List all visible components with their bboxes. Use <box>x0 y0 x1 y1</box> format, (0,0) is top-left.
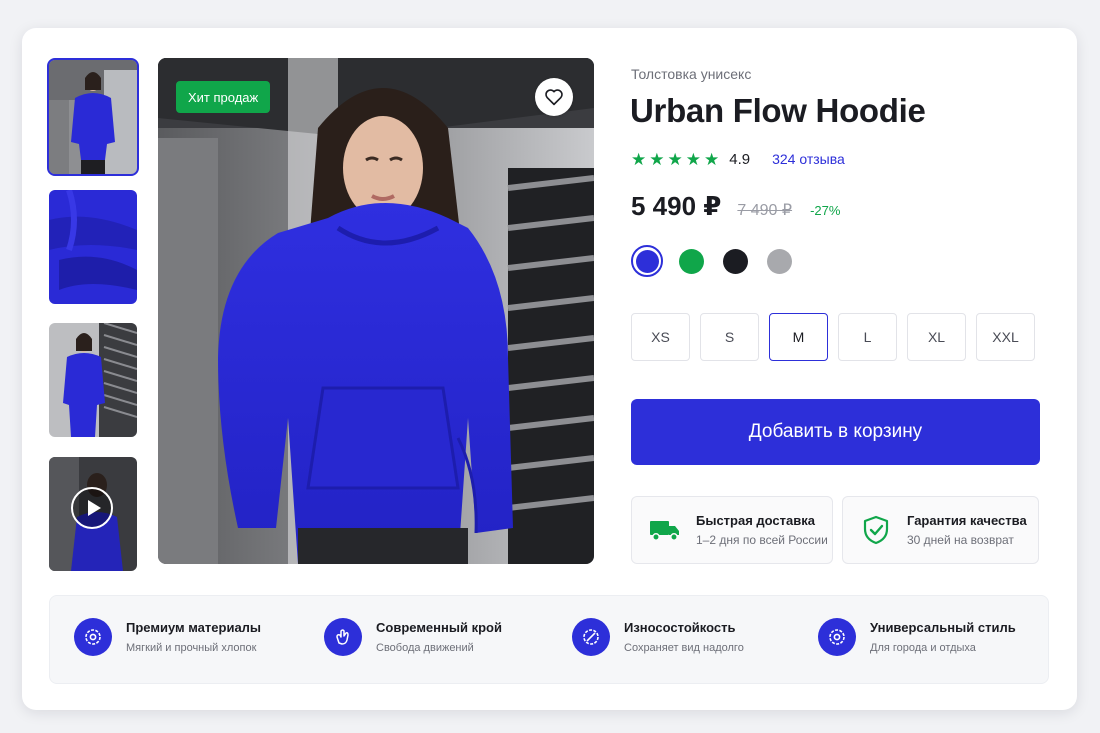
durable-badge-icon <box>572 618 610 656</box>
product-title: Urban Flow Hoodie <box>630 92 926 129</box>
feature-title: Премиум материалы <box>126 620 262 635</box>
color-swatch-green[interactable] <box>675 245 707 277</box>
add-to-cart-button[interactable]: Добавить в корзину <box>631 399 1040 465</box>
perk-title: Гарантия качества <box>907 513 1027 528</box>
badge-gear-icon <box>74 618 112 656</box>
favorite-button[interactable] <box>535 78 573 116</box>
color-picker <box>631 245 807 277</box>
price-row: 5 490 ₽ 7 490 ₽ -27% <box>631 191 840 222</box>
feature-item: Износостойкость Сохраняет вид надолго <box>572 618 744 656</box>
thumb-model-front[interactable] <box>47 58 139 176</box>
thumb-fabric-closeup[interactable] <box>49 190 137 304</box>
rating-row: ★ ★ ★ ★ ★ 4.9 324 отзыва <box>631 148 845 170</box>
feature-subtitle: Свобода движений <box>376 642 474 654</box>
perk-subtitle: 30 дней на возврат <box>907 533 1014 547</box>
bestseller-badge: Хит продаж <box>176 81 271 113</box>
star-icon: ★ <box>667 149 683 169</box>
feature-subtitle: Мягкий и прочный хлопок <box>126 642 257 654</box>
star-icon: ★ <box>631 149 647 169</box>
main-product-image <box>158 58 594 564</box>
star-icon: ★ <box>704 149 720 169</box>
size-option[interactable]: L <box>838 313 897 361</box>
shield-check-icon <box>859 513 893 547</box>
current-price: 5 490 ₽ <box>631 191 722 221</box>
feature-item: Универсальный стиль Для города и отдыха <box>818 618 1016 656</box>
star-icon: ★ <box>649 149 665 169</box>
play-icon[interactable] <box>71 487 113 529</box>
feature-title: Современный крой <box>376 620 502 635</box>
discount-label: -27% <box>810 203 841 218</box>
size-option[interactable]: XL <box>907 313 966 361</box>
feature-subtitle: Сохраняет вид надолго <box>624 642 744 654</box>
feature-subtitle: Для города и отдыха <box>870 642 976 654</box>
size-option[interactable]: XXL <box>976 313 1035 361</box>
rating-stars: ★ ★ ★ ★ ★ <box>631 151 719 168</box>
feature-item: Премиум материалы Мягкий и прочный хлопо… <box>74 618 261 656</box>
feature-title: Универсальный стиль <box>870 620 1016 635</box>
old-price: 7 490 ₽ <box>737 202 793 219</box>
size-option[interactable]: S <box>700 313 759 361</box>
rating-value: 4.9 <box>729 150 751 168</box>
perk-subtitle: 1–2 дня по всей России <box>696 533 828 547</box>
color-swatch-black[interactable] <box>719 245 751 277</box>
thumb-model-side[interactable] <box>49 323 137 437</box>
size-option-selected[interactable]: M <box>769 313 828 361</box>
hand-icon <box>324 618 362 656</box>
star-icon: ★ <box>685 149 701 169</box>
heart-icon <box>545 89 563 106</box>
size-picker: XS S M L XL XXL <box>631 313 1035 361</box>
thumb-video[interactable] <box>49 457 137 571</box>
color-swatch-gray[interactable] <box>763 245 795 277</box>
perk-quality: Гарантия качества 30 дней на возврат <box>842 496 1039 564</box>
reviews-link[interactable]: 324 отзыва <box>772 151 845 167</box>
features-bar: Премиум материалы Мягкий и прочный хлопо… <box>49 595 1049 684</box>
feature-title: Износостойкость <box>624 620 736 635</box>
color-swatch-blue[interactable] <box>631 245 663 277</box>
product-category: Толстовка унисекс <box>631 66 752 82</box>
style-gear-icon <box>818 618 856 656</box>
truck-icon <box>648 513 682 547</box>
perk-delivery: Быстрая доставка 1–2 дня по всей России <box>631 496 833 564</box>
feature-item: Современный крой Свобода движений <box>324 618 502 656</box>
size-option[interactable]: XS <box>631 313 690 361</box>
perk-title: Быстрая доставка <box>696 513 815 528</box>
